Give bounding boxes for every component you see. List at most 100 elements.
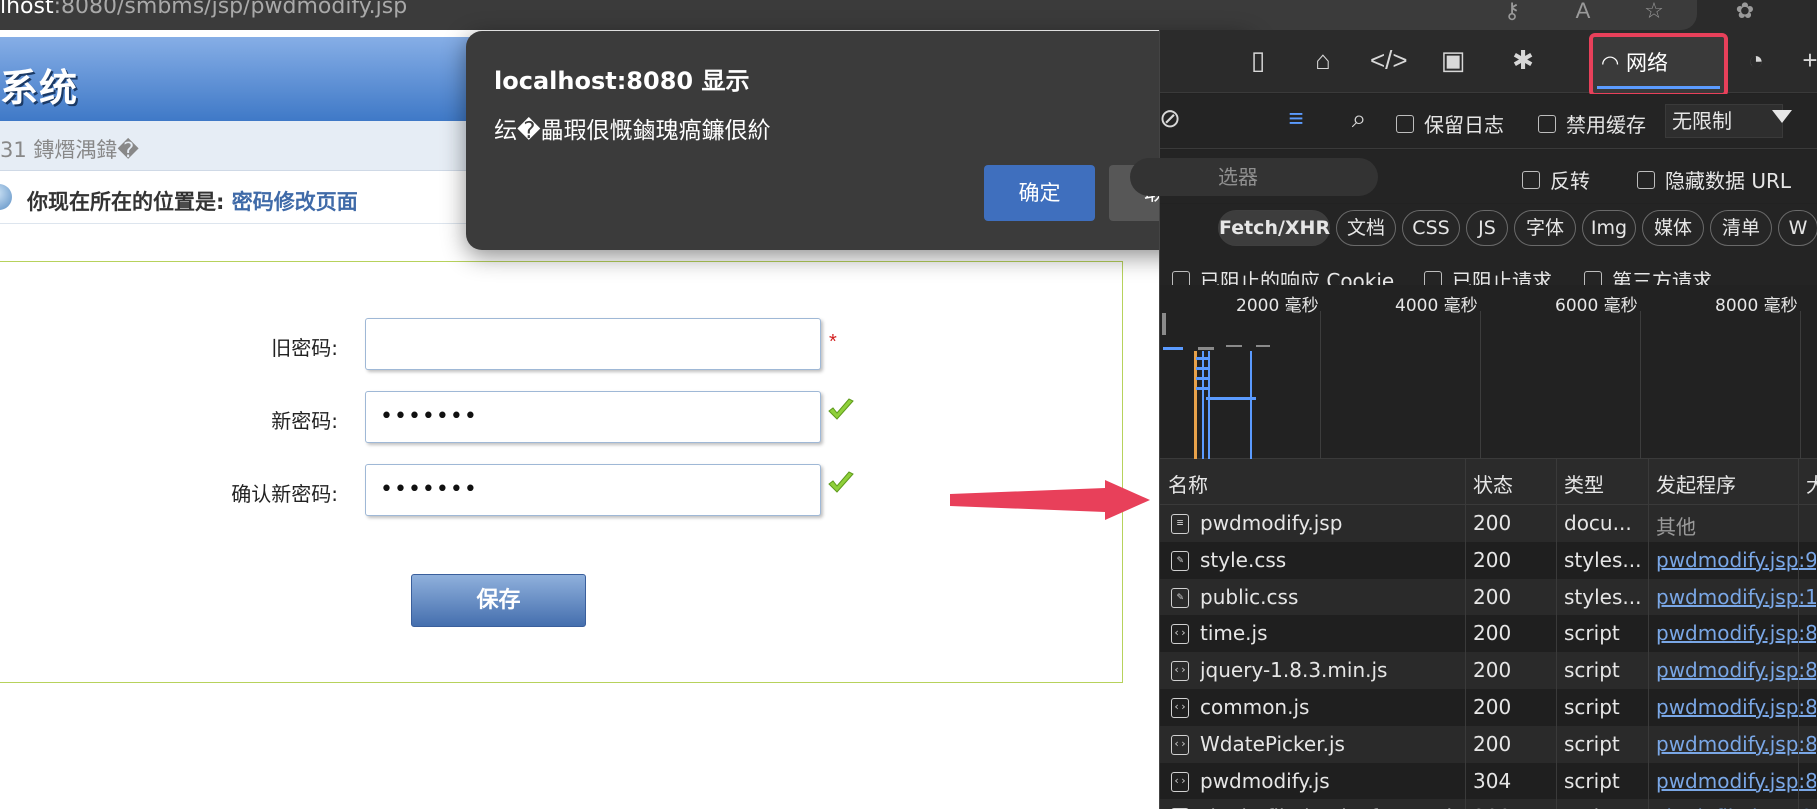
performance-icon[interactable]: ◔ [1738,42,1774,78]
table-row[interactable]: ✎ style.css 200 styles... pwdmodify.jsp:9 [1160,541,1817,579]
home-icon[interactable]: ⌂ [1305,42,1341,78]
row-status: 200 [1473,511,1512,535]
row-type: script [1564,731,1620,756]
filter-icon[interactable]: ≡ [1278,100,1314,136]
chip-font[interactable]: 字体 [1514,210,1576,246]
timeline-label: 6000 毫秒 [1555,296,1638,316]
row-initiator[interactable]: singlefile.js:118 [1656,805,1816,809]
chip-img[interactable]: Img [1582,210,1636,246]
chevron-down-icon[interactable] [1772,110,1792,123]
save-button[interactable]: 保存 [411,574,586,627]
alert-dialog: localhost:8080 显示 纭�畾瑕佷慨鏀瑰瘑鐮佷紒 确定 取消 [466,31,1254,250]
timeline-tick [1640,311,1641,459]
table-row[interactable]: ≡ pwdmodify.jsp 200 docu... 其他 [1160,505,1817,542]
chip-ws[interactable]: W [1778,210,1817,246]
row-type: script [1564,658,1620,683]
col-type[interactable]: 类型 [1564,469,1604,498]
col-name[interactable]: 名称 [1168,469,1208,498]
new-password-input[interactable]: ••••••• [365,391,821,443]
row-status: 200 [1473,695,1512,719]
column-divider[interactable] [1556,459,1557,809]
sources-bug-icon[interactable]: ✱ [1505,42,1541,78]
table-row[interactable]: ✎ public.css 200 styles... pwdmodify.jsp:1 [1160,578,1817,616]
script-icon: ‹› [1171,698,1189,718]
location-link[interactable]: 密码修改页面 [232,190,358,214]
row-name: public.css [1200,584,1299,609]
invert-checkbox[interactable]: 反转 [1522,165,1590,194]
script-icon: ‹› [1171,734,1189,755]
console-icon[interactable]: ▣ [1435,42,1471,78]
chip-fetch-xhr[interactable]: Fetch/XHR [1218,210,1330,246]
location-label: 你现在所在的位置是: [27,190,225,214]
key-icon[interactable]: ⚷ [1497,0,1527,24]
chip-doc[interactable]: 文档 [1336,210,1396,246]
elements-icon[interactable]: </> [1370,42,1408,78]
network-table: 名称 状态 类型 发起程序 大 ≡ pwdmodify.jsp 200 docu...… [1160,459,1817,809]
column-divider[interactable] [1465,459,1466,809]
chip-css[interactable]: CSS [1402,210,1460,246]
col-initiator[interactable]: 发起程序 [1656,469,1736,498]
row-name: common.js [1200,695,1310,719]
table-row[interactable]: ‹› WdatePicker.js 200 script pwdmodify.jsp:8 [1160,725,1817,763]
read-aloud-icon[interactable]: A [1568,0,1598,24]
table-row[interactable]: ‹›single-file-hooks-frames.js200scriptsi… [1160,799,1817,809]
type-filter-row: Fetch/XHR 文档 CSS JS 字体 Img 媒体 清单 W [1160,204,1817,254]
password-form: 旧密码: 新密码: ••••••• 确认新密码: ••••••• 保存 [0,261,1123,683]
timeline-tick [1480,311,1481,459]
script-icon: ‹› [1171,771,1189,792]
preserve-log-checkbox[interactable]: 保留日志 [1396,109,1504,138]
table-row[interactable]: ‹› time.js 200 script pwdmodify.jsp:8 [1160,615,1817,653]
hide-data-urls-checkbox[interactable]: 隐藏数据 URL [1637,165,1791,194]
row-status: 304 [1473,768,1512,793]
chip-media[interactable]: 媒体 [1642,210,1704,246]
chip-js[interactable]: JS [1466,210,1508,246]
date-text: 31 鏄熸湡鍏� [0,138,139,162]
chip-manifest[interactable]: 清单 [1710,210,1772,246]
old-password-input[interactable] [365,318,821,370]
network-icon: ◠ [1601,51,1626,75]
confirm-password-input[interactable]: ••••••• [365,464,821,516]
throttling-select[interactable]: 无限制 [1665,104,1783,138]
confirm-password-label: 确认新密码: [231,482,338,506]
row-name: time.js [1200,621,1268,646]
address-text[interactable]: lhost:8080/smbms/jsp/pwdmodify.jsp [0,0,407,19]
row-status: 200 [1473,547,1512,572]
row-initiator[interactable]: pwdmodify.jsp:1 [1656,585,1816,609]
sidebar-icon[interactable]: ▯ [1240,42,1276,78]
extensions-icon[interactable]: ✿ [1730,0,1760,24]
location-icon [0,184,12,210]
table-row[interactable]: ‹› jquery-1.8.3.min.js 200 script pwdmodify.… [1160,652,1817,689]
tab-network[interactable]: ◠ 网络 [1589,33,1728,97]
search-icon[interactable]: ⌕ [1341,100,1377,136]
page-title: 系统 [0,66,79,110]
row-name: jquery-1.8.3.min.js [1200,658,1388,683]
column-divider[interactable] [1798,459,1799,809]
network-timeline[interactable]: 2000 毫秒 4000 毫秒 6000 毫秒 8000 毫秒 [1160,285,1817,459]
table-row[interactable]: ‹› pwdmodify.js 304 script pwdmodify.jsp:8 [1160,762,1817,800]
col-status[interactable]: 状态 [1473,469,1513,498]
row-initiator[interactable]: pwdmodify.jsp:8 [1656,769,1816,793]
timeline-label: 4000 毫秒 [1395,296,1478,316]
timeline-tick [1800,311,1801,459]
add-icon[interactable]: + [1792,42,1817,78]
required-mark: * [829,331,837,353]
row-initiator[interactable]: pwdmodify.jsp:8 [1656,732,1816,756]
col-size[interactable]: 大 [1806,469,1817,498]
table-row[interactable]: ‹› common.js 200 script pwdmodify.jsp:8 [1160,689,1817,726]
row-initiator[interactable]: pwdmodify.jsp:8 [1656,658,1816,682]
address-bar[interactable]: lhost:8080/smbms/jsp/pwdmodify.jsp ⚷ A ☆ [0,0,1697,30]
filter-input[interactable]: 选器 [1130,158,1378,196]
old-password-label: 旧密码: [271,336,338,360]
row-initiator[interactable]: pwdmodify.jsp:9 [1656,548,1816,572]
favorite-star-icon[interactable]: ☆ [1639,0,1669,24]
row-status: 200 [1473,584,1512,609]
row-initiator[interactable]: pwdmodify.jsp:8 [1656,621,1816,645]
ok-button[interactable]: 确定 [984,165,1095,221]
document-icon: ≡ [1171,514,1189,534]
row-initiator[interactable]: pwdmodify.jsp:8 [1656,695,1816,719]
disable-cache-checkbox[interactable]: 禁用缓存 [1538,109,1646,138]
network-tab-label: 网络 [1626,51,1668,75]
clear-icon[interactable]: ⊘ [1152,100,1188,136]
stylesheet-icon: ✎ [1171,550,1189,571]
column-divider[interactable] [1648,459,1649,809]
